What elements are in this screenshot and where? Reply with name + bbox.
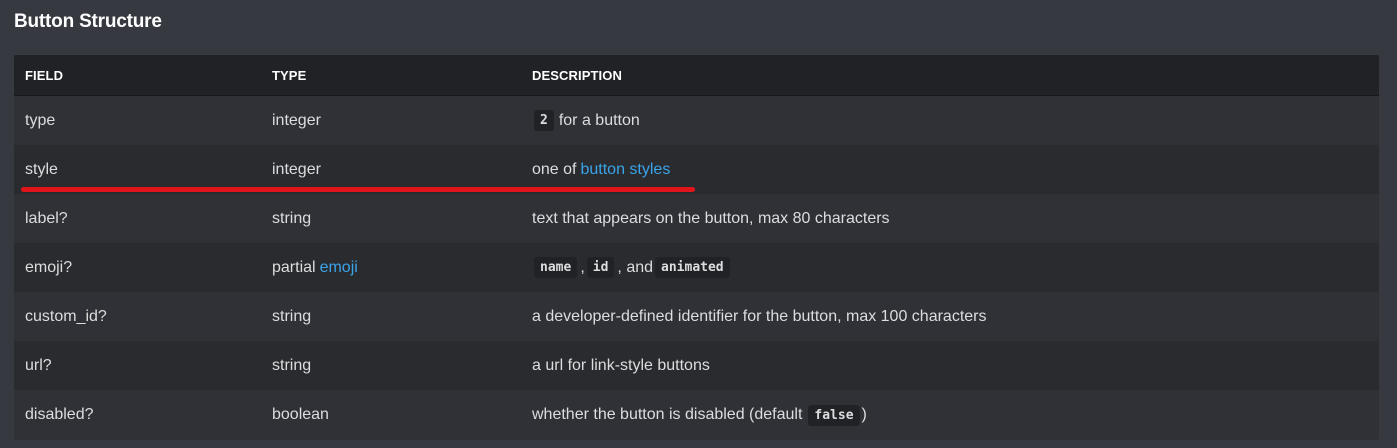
type-cell: boolean bbox=[272, 406, 329, 423]
description-text: for a button bbox=[558, 111, 640, 129]
inline-code: 2 bbox=[534, 110, 554, 131]
field-cell: emoji? bbox=[25, 258, 73, 276]
description-cell: 2 for a button bbox=[532, 96, 640, 145]
description-text: ) bbox=[861, 406, 867, 423]
description-text: whether the button is disabled (default bbox=[532, 406, 803, 423]
separator-text: , bbox=[580, 258, 585, 276]
field-cell: label? bbox=[25, 209, 68, 227]
separator-text: , and bbox=[617, 258, 654, 276]
table-row: emoji? partial emoji name , id , and ani… bbox=[14, 243, 1379, 292]
table-row: url? string a url for link-style buttons bbox=[14, 341, 1379, 390]
description-cell: a url for link-style buttons bbox=[532, 356, 710, 374]
description-cell: whether the button is disabled (default … bbox=[532, 390, 867, 440]
type-cell: partial emoji bbox=[272, 243, 358, 292]
table-row: disabled? boolean whether the button is … bbox=[14, 390, 1379, 440]
section-title: Button Structure bbox=[14, 11, 162, 32]
header-field: FIELD bbox=[25, 67, 64, 83]
description-cell: a developer-defined identifier for the b… bbox=[532, 307, 987, 325]
field-cell: type bbox=[25, 111, 56, 129]
description-cell: text that appears on the button, max 80 … bbox=[532, 209, 890, 227]
inline-code: animated bbox=[655, 257, 730, 278]
type-text: partial bbox=[272, 258, 316, 276]
description-text: one of bbox=[532, 160, 577, 178]
emoji-link[interactable]: emoji bbox=[320, 259, 358, 277]
description-cell: name , id , and animated bbox=[532, 243, 732, 292]
type-cell: string bbox=[272, 307, 312, 325]
inline-code: name bbox=[534, 257, 578, 278]
header-description: DESCRIPTION bbox=[532, 67, 622, 83]
inline-code: id bbox=[586, 257, 615, 278]
table-row: custom_id? string a developer-defined id… bbox=[14, 292, 1379, 341]
type-cell: integer bbox=[272, 111, 321, 129]
field-cell: url? bbox=[25, 356, 52, 374]
button-styles-link[interactable]: button styles bbox=[580, 161, 670, 179]
table-row: label? string text that appears on the b… bbox=[14, 194, 1379, 243]
table-row: type integer 2 for a button bbox=[14, 96, 1379, 145]
type-cell: string bbox=[272, 356, 312, 374]
table-header: FIELD TYPE DESCRIPTION bbox=[14, 55, 1379, 96]
field-cell: disabled? bbox=[25, 406, 94, 423]
button-structure-table: FIELD TYPE DESCRIPTION type integer 2 fo… bbox=[14, 55, 1379, 440]
type-cell: string bbox=[272, 209, 312, 227]
red-underline-annotation bbox=[21, 187, 695, 192]
inline-code: false bbox=[808, 404, 860, 426]
field-cell: custom_id? bbox=[25, 307, 107, 325]
header-type: TYPE bbox=[272, 67, 307, 83]
